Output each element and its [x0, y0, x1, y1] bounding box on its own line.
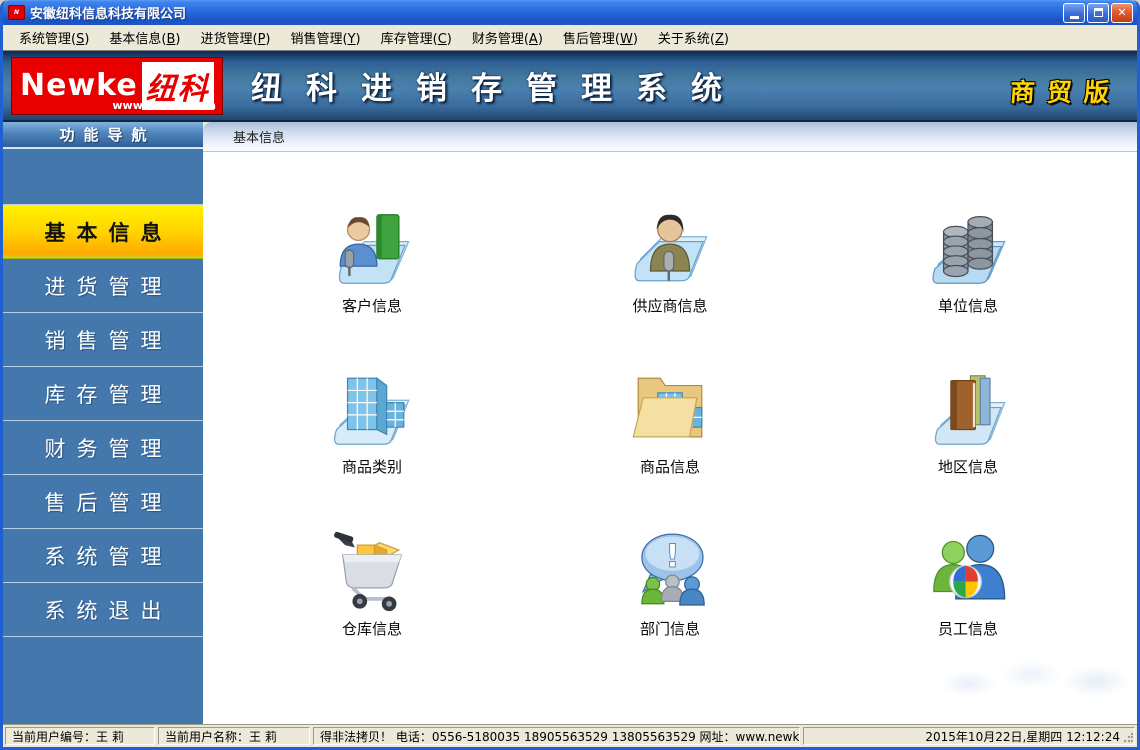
content-area: 客户信息 [203, 152, 1137, 724]
main-area: 基本信息 [203, 122, 1137, 724]
customer-icon [328, 205, 416, 293]
svg-text:!: ! [665, 539, 680, 575]
status-datetime: 2015年10月22日,星期四 12:12:24 [803, 727, 1135, 745]
close-icon: ✕ [1117, 6, 1126, 19]
module-label: 商品类别 [342, 456, 402, 477]
sidebar-spacer [3, 149, 203, 205]
menu-bar: 系统管理(S) 基本信息(B) 进货管理(P) 销售管理(Y) 库存管理(C) … [3, 25, 1137, 51]
module-customer-info[interactable]: 客户信息 [223, 180, 521, 341]
close-button[interactable]: ✕ [1111, 3, 1133, 23]
header-banner: Newke 纽科 www.newke.com 纽科进销存管理系统 商贸版 [3, 51, 1137, 122]
status-notice: 得非法拷贝！ 电话：0556-5180035 18905563529 13805… [313, 727, 800, 745]
title-bar: N 安徽纽科信息科技有限公司 ✕ [3, 0, 1137, 25]
sidebar-item-system[interactable]: 系统管理 [3, 529, 203, 583]
menu-system-manage[interactable]: 系统管理(S) [9, 24, 99, 51]
menu-finance-manage[interactable]: 财务管理(A) [462, 24, 553, 51]
sidebar-item-basic-info[interactable]: 基本信息 [3, 205, 203, 259]
edition-badge: 商贸版 [1009, 73, 1123, 109]
employee-icon [924, 528, 1012, 616]
watermark [928, 656, 1133, 702]
sidebar-item-sales[interactable]: 销售管理 [3, 313, 203, 367]
sidebar-item-aftersale[interactable]: 售后管理 [3, 475, 203, 529]
module-label: 仓库信息 [342, 618, 402, 639]
module-department-info[interactable]: ! 部门信息 [521, 503, 819, 664]
module-label: 商品信息 [640, 456, 700, 477]
sidebar-nav: 功能导航 基本信息 进货管理 销售管理 库存管理 财务管理 售后管理 系统管理 … [3, 122, 203, 724]
module-supplier-info[interactable]: 供应商信息 [521, 180, 819, 341]
supplier-icon [626, 205, 714, 293]
module-employee-info[interactable]: 员工信息 [819, 503, 1117, 664]
module-region-info[interactable]: 地区信息 [819, 341, 1117, 502]
module-warehouse-info[interactable]: 仓库信息 [223, 503, 521, 664]
category-icon [328, 366, 416, 454]
warehouse-icon [328, 528, 416, 616]
unit-icon [924, 205, 1012, 293]
module-unit-info[interactable]: 单位信息 [819, 180, 1117, 341]
sidebar-item-inventory[interactable]: 库存管理 [3, 367, 203, 421]
system-title: 纽科进销存管理系统 [251, 63, 746, 108]
product-icon [626, 366, 714, 454]
sidebar-header: 功能导航 [3, 122, 203, 149]
menu-about-system[interactable]: 关于系统(Z) [648, 24, 739, 51]
sidebar-item-exit[interactable]: 系统退出 [3, 583, 203, 637]
minimize-button[interactable] [1063, 3, 1085, 23]
menu-inventory-manage[interactable]: 库存管理(C) [371, 24, 462, 51]
menu-basic-info[interactable]: 基本信息(B) [99, 24, 190, 51]
menu-purchase-manage[interactable]: 进货管理(P) [191, 24, 281, 51]
department-icon: ! [626, 528, 714, 616]
menu-sales-manage[interactable]: 销售管理(Y) [281, 24, 371, 51]
module-product-info[interactable]: 商品信息 [521, 341, 819, 502]
tab-basic-info[interactable]: 基本信息 [203, 122, 1137, 152]
status-user-name: 当前用户名称：王 莉 [158, 727, 310, 745]
maximize-icon [1094, 8, 1103, 17]
resize-grip-icon[interactable] [1123, 733, 1133, 743]
module-label: 单位信息 [938, 295, 998, 316]
module-label: 客户信息 [342, 295, 402, 316]
newke-logo: Newke 纽科 www.newke.com [11, 57, 223, 115]
maximize-button[interactable] [1087, 3, 1109, 23]
menu-aftersale-manage[interactable]: 售后管理(W) [553, 24, 648, 51]
sidebar-filler [3, 637, 203, 724]
logo-website: www.newke.com [112, 99, 216, 112]
status-bar: 当前用户编号：王 莉 当前用户名称：王 莉 得非法拷贝！ 电话：0556-518… [3, 724, 1137, 747]
sidebar-item-purchase[interactable]: 进货管理 [3, 259, 203, 313]
status-user-id: 当前用户编号：王 莉 [5, 727, 155, 745]
datetime-text: 2015年10月22日,星期四 12:12:24 [925, 728, 1120, 745]
module-label: 地区信息 [938, 456, 998, 477]
region-icon [924, 366, 1012, 454]
module-label: 供应商信息 [632, 295, 707, 316]
app-window: N 安徽纽科信息科技有限公司 ✕ 系统管理(S) 基本信息(B) 进货管理(P)… [0, 0, 1140, 750]
minimize-icon [1070, 16, 1079, 19]
module-product-category[interactable]: 商品类别 [223, 341, 521, 502]
app-logo-icon: N [8, 5, 25, 20]
sidebar-item-finance[interactable]: 财务管理 [3, 421, 203, 475]
module-label: 员工信息 [938, 618, 998, 639]
module-label: 部门信息 [640, 618, 700, 639]
window-title: 安徽纽科信息科技有限公司 [30, 3, 1063, 22]
